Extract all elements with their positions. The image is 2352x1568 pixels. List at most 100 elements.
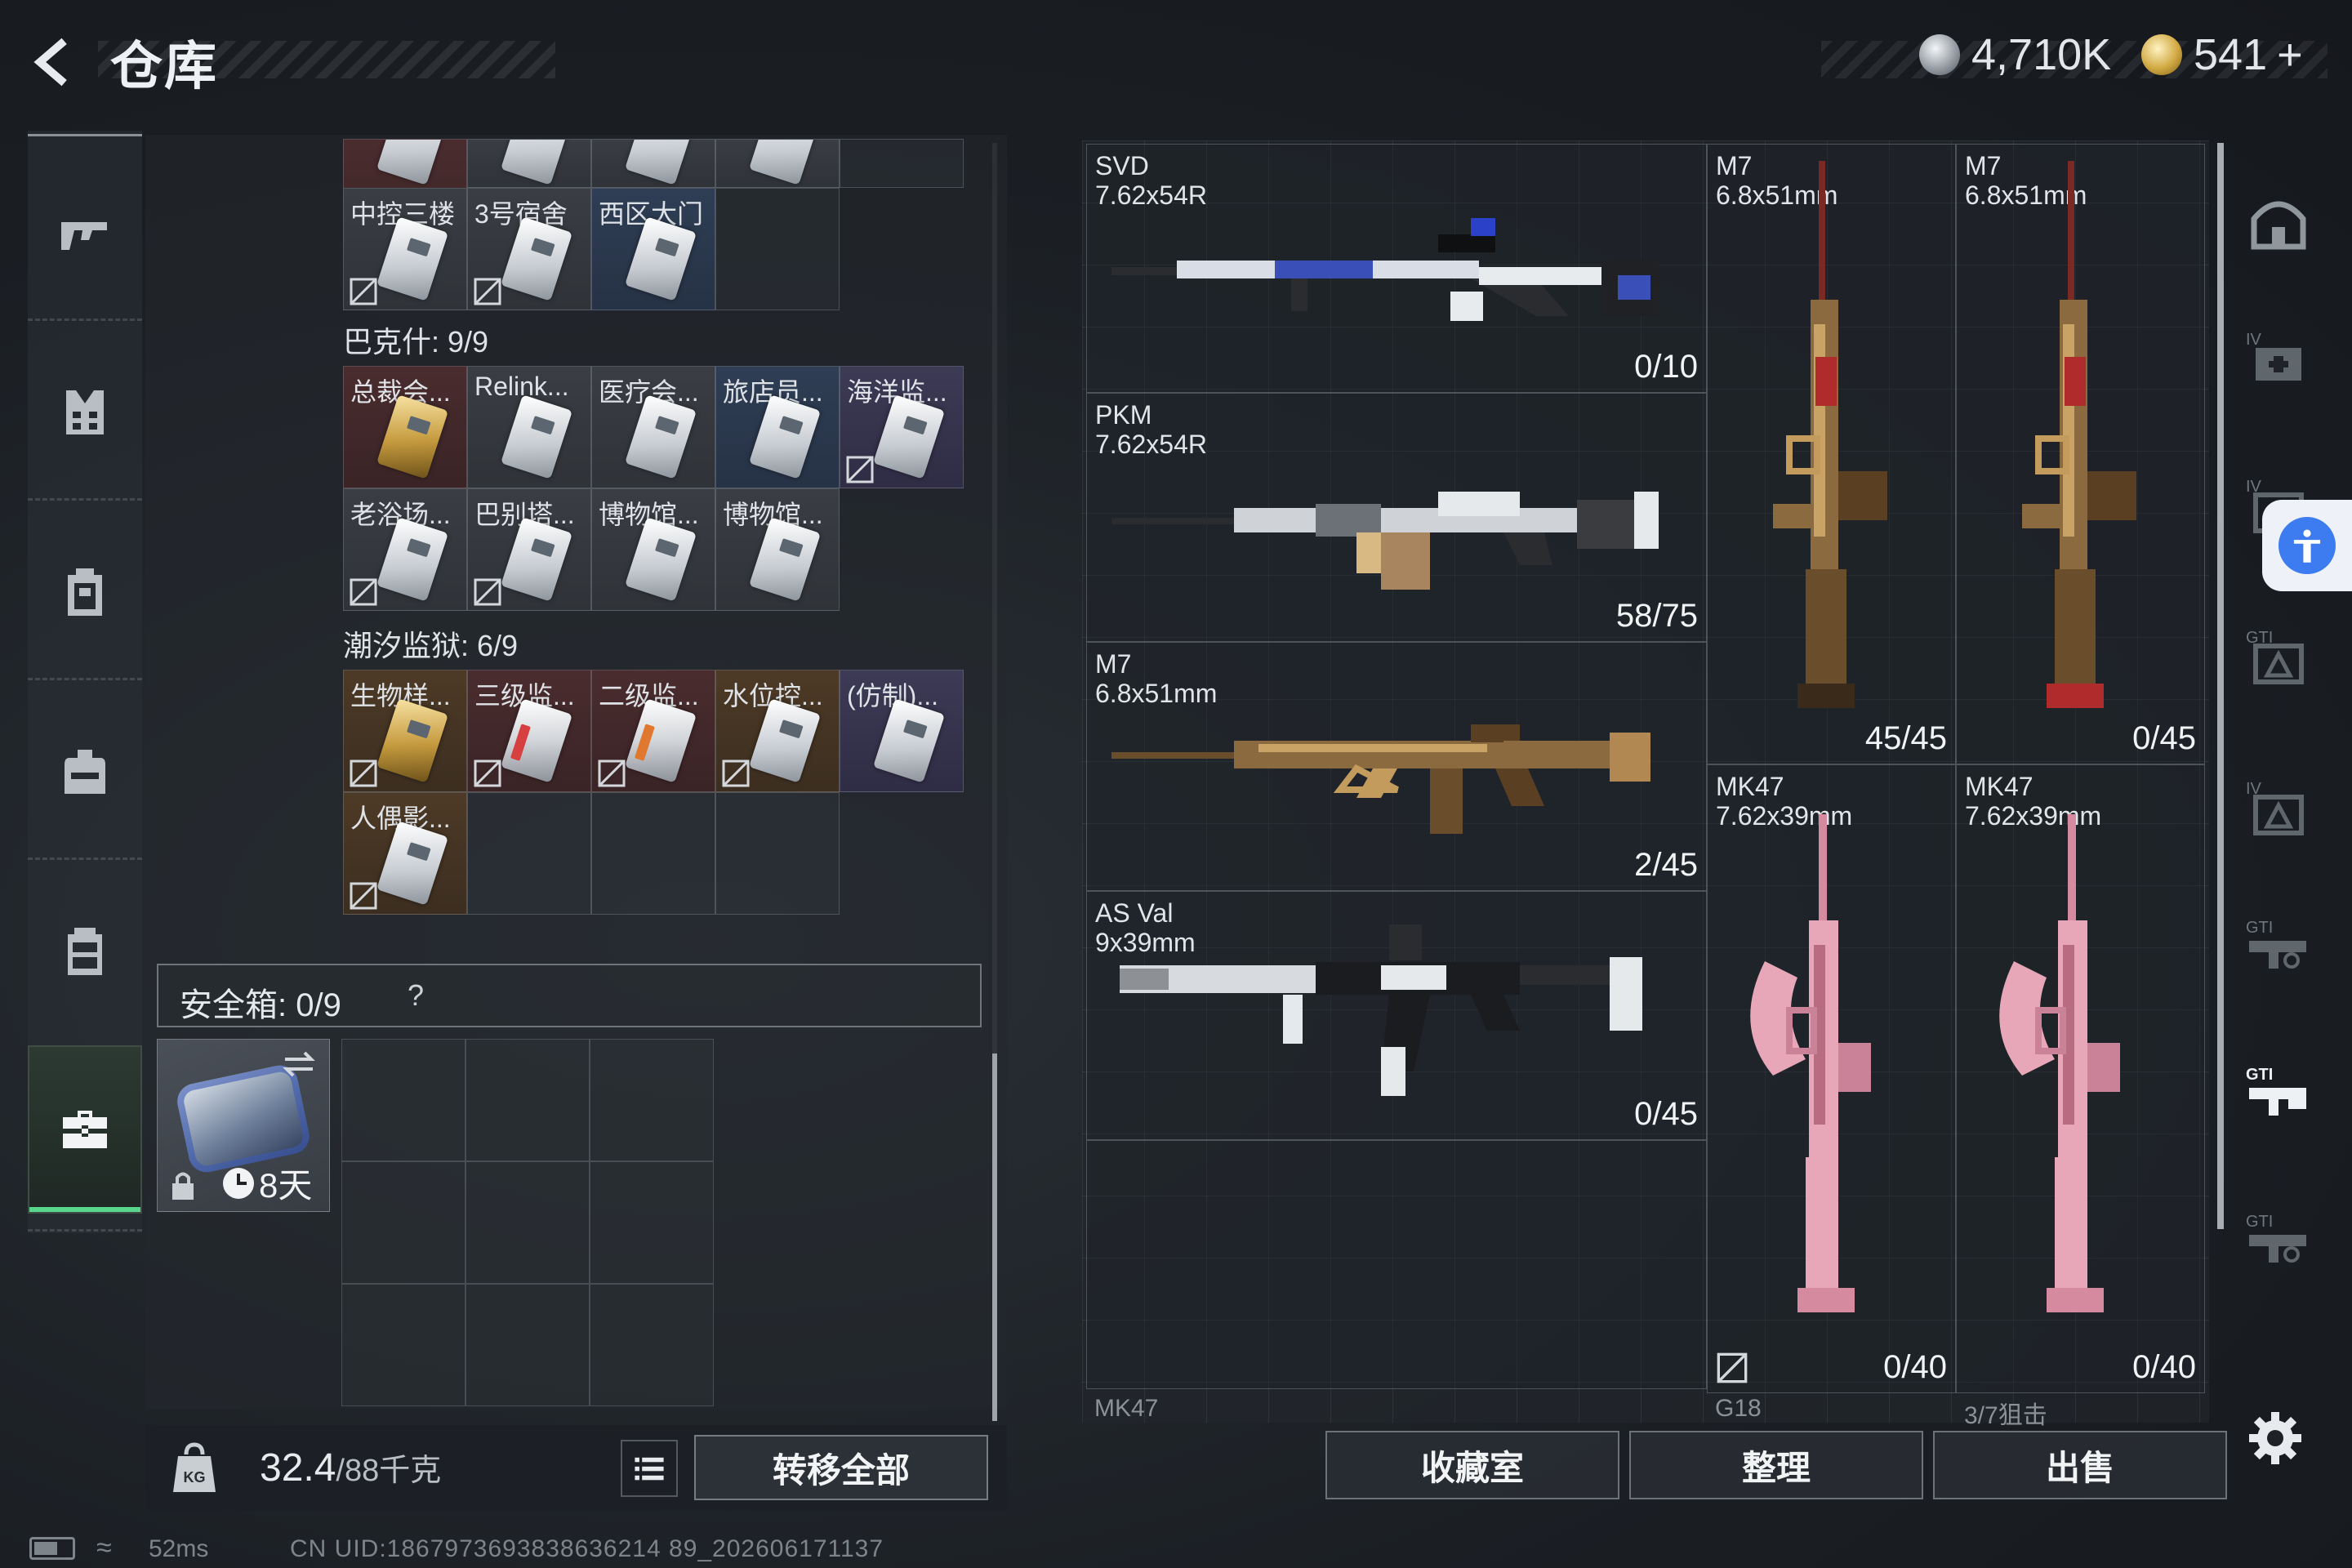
safebox-item[interactable]: 8天: [157, 1039, 330, 1212]
inventory-scrollbar-thumb[interactable]: [992, 1054, 997, 1421]
rail-separator: [28, 318, 142, 321]
tab-armor-gti[interactable]: GTI: [2238, 612, 2319, 702]
swap-icon[interactable]: [280, 1048, 318, 1080]
page-title: 仓库: [110, 37, 218, 96]
collection-room-button[interactable]: 收藏室: [1325, 1431, 1619, 1499]
keycard-cell[interactable]: 海洋监...: [840, 366, 964, 488]
settings-gear-icon[interactable]: [2246, 1409, 2305, 1468]
empty-cell[interactable]: [715, 188, 840, 310]
rail-item-safebox[interactable]: [28, 1045, 142, 1214]
tab-gun-gti[interactable]: GTI: [2238, 902, 2319, 992]
weapon-slot-mk47[interactable]: MK47 7.62x39mm 0/40: [1707, 764, 1956, 1393]
svg-text:GTI: GTI: [2246, 919, 2273, 937]
rail-item-armor[interactable]: [28, 331, 142, 494]
keycard-image: [748, 140, 822, 185]
keycard-cell[interactable]: 西区大门: [591, 188, 715, 310]
no-trade-icon: [1717, 1352, 1748, 1383]
keycard-cell[interactable]: 生物样...: [343, 670, 467, 792]
keycard-cell[interactable]: 老浴场...: [343, 488, 467, 611]
tab-gun-gti-selected[interactable]: GTI: [2238, 1049, 2319, 1139]
tab-medkit[interactable]: IV: [2238, 314, 2319, 404]
armor-gti-tab-icon: GTI: [2246, 629, 2304, 684]
empty-cell[interactable]: [591, 792, 715, 915]
no-trade-icon: [845, 455, 875, 484]
back-button[interactable]: [23, 29, 88, 95]
sell-button[interactable]: 出售: [1933, 1431, 2227, 1499]
help-icon[interactable]: ?: [395, 975, 436, 1016]
keycard-cell[interactable]: 博物馆...: [715, 488, 840, 611]
weapon-scrollbar[interactable]: [2217, 143, 2224, 1229]
mk47-rifle-pink-image: [1750, 814, 1871, 1312]
safebox-slot[interactable]: [341, 1039, 466, 1161]
keycard-cell[interactable]: 医疗会...: [591, 366, 715, 488]
weapon-ammo-count: 45/45: [1864, 720, 1947, 756]
m7-rifle-image: [1111, 724, 1650, 834]
safebox-slot[interactable]: [590, 1284, 714, 1406]
no-trade-icon: [349, 277, 378, 306]
keycard-cell[interactable]: [591, 139, 715, 188]
svd-rifle-image: [1111, 218, 1659, 321]
keycard-cell[interactable]: (仿制)...: [840, 670, 964, 792]
battery-icon: [29, 1537, 75, 1560]
weapon-slot-m7[interactable]: M7 6.8x51mm 2/45: [1086, 642, 1707, 891]
keycard-cell[interactable]: 人偶影...: [343, 792, 467, 915]
safebox-slot[interactable]: [466, 1161, 590, 1284]
keycard-cell[interactable]: 巴别塔...: [467, 488, 591, 611]
tab-vest[interactable]: IV: [2238, 764, 2319, 853]
empty-cell[interactable]: [840, 139, 964, 188]
weapon-slot-svd[interactable]: SVD 7.62x54R 0/10: [1086, 144, 1707, 393]
svg-text:KG: KG: [184, 1469, 206, 1486]
list-view-button[interactable]: [621, 1440, 678, 1497]
weapon-slot-empty[interactable]: [1086, 1140, 1707, 1389]
weapon-slot-m7-vertical[interactable]: M7 6.8x51mm 0/45: [1956, 144, 2205, 764]
safebox-header: 安全箱: 0/9 ?: [157, 964, 982, 1027]
safebox-slot[interactable]: [590, 1161, 714, 1284]
tab-home[interactable]: [2238, 176, 2319, 265]
keycard-cell[interactable]: [467, 139, 591, 188]
tab-gun-gti-2[interactable]: GTI: [2238, 1196, 2319, 1286]
back-arrow-icon: [33, 38, 67, 87]
keycard-cell[interactable]: 博物馆...: [591, 488, 715, 611]
empty-cell[interactable]: [467, 792, 591, 915]
rail-item-backpack[interactable]: [28, 510, 142, 674]
transfer-all-button[interactable]: 转移全部: [694, 1435, 988, 1500]
keycard-cell[interactable]: 旅店员...: [715, 366, 840, 488]
weapon-ammo-count: 0/10: [1634, 349, 1698, 385]
keycard-cell[interactable]: 中控三楼: [343, 188, 467, 310]
keycard-cell[interactable]: Relink...: [467, 366, 591, 488]
keycard-cell[interactable]: 二级监...: [591, 670, 715, 792]
accessibility-button[interactable]: [2262, 500, 2352, 591]
keycard-cell[interactable]: 三级监...: [467, 670, 591, 792]
rail-item-container[interactable]: [28, 870, 142, 1033]
gun-gti-tab-icon: GTI: [2246, 1213, 2306, 1263]
weapon-slot-m7-vertical[interactable]: M7 6.8x51mm 45/45: [1707, 144, 1956, 764]
safebox-slot[interactable]: [341, 1284, 466, 1406]
rail-item-weapons[interactable]: [28, 151, 142, 314]
sort-button[interactable]: 整理: [1629, 1431, 1923, 1499]
status-bar: ≈ 52ms CN UID:1867973693838636214 89_202…: [0, 1527, 2352, 1568]
safebox-slot[interactable]: [590, 1039, 714, 1161]
keycard-cell[interactable]: 水位控...: [715, 670, 840, 792]
weight-current: 32.4: [260, 1446, 336, 1490]
keycard-cell[interactable]: [715, 139, 840, 188]
keycard-cell[interactable]: 3号宿舍: [467, 188, 591, 310]
no-trade-icon: [473, 759, 502, 788]
gold-currency[interactable]: 541 +: [2141, 29, 2303, 80]
weapon-ammo-count: 0/45: [2132, 720, 2196, 756]
empty-cell[interactable]: [715, 792, 840, 915]
weapon-slot-mk47[interactable]: MK47 7.62x39mm 0/40: [1956, 764, 2205, 1393]
safebox-slot[interactable]: [466, 1284, 590, 1406]
rail-item-bag[interactable]: [28, 690, 142, 853]
safebox-slot[interactable]: [341, 1161, 466, 1284]
gold-currency-add[interactable]: +: [2277, 29, 2303, 80]
backpack-icon: [68, 568, 102, 616]
svg-text:IV: IV: [2246, 331, 2262, 349]
medkit-tab-icon: IV: [2246, 331, 2301, 381]
safebox-grid: [341, 1039, 714, 1406]
weapon-slot-pkm[interactable]: PKM 7.62x54R 58/75: [1086, 393, 1707, 642]
weapon-ammo-count: 2/45: [1634, 847, 1698, 883]
silver-currency[interactable]: 4,710K: [1919, 29, 2111, 80]
weapon-slot-as-val[interactable]: AS Val 9x39mm 0/45: [1086, 891, 1707, 1140]
safebox-slot[interactable]: [466, 1039, 590, 1161]
keycard-cell[interactable]: 总裁会...: [343, 366, 467, 488]
